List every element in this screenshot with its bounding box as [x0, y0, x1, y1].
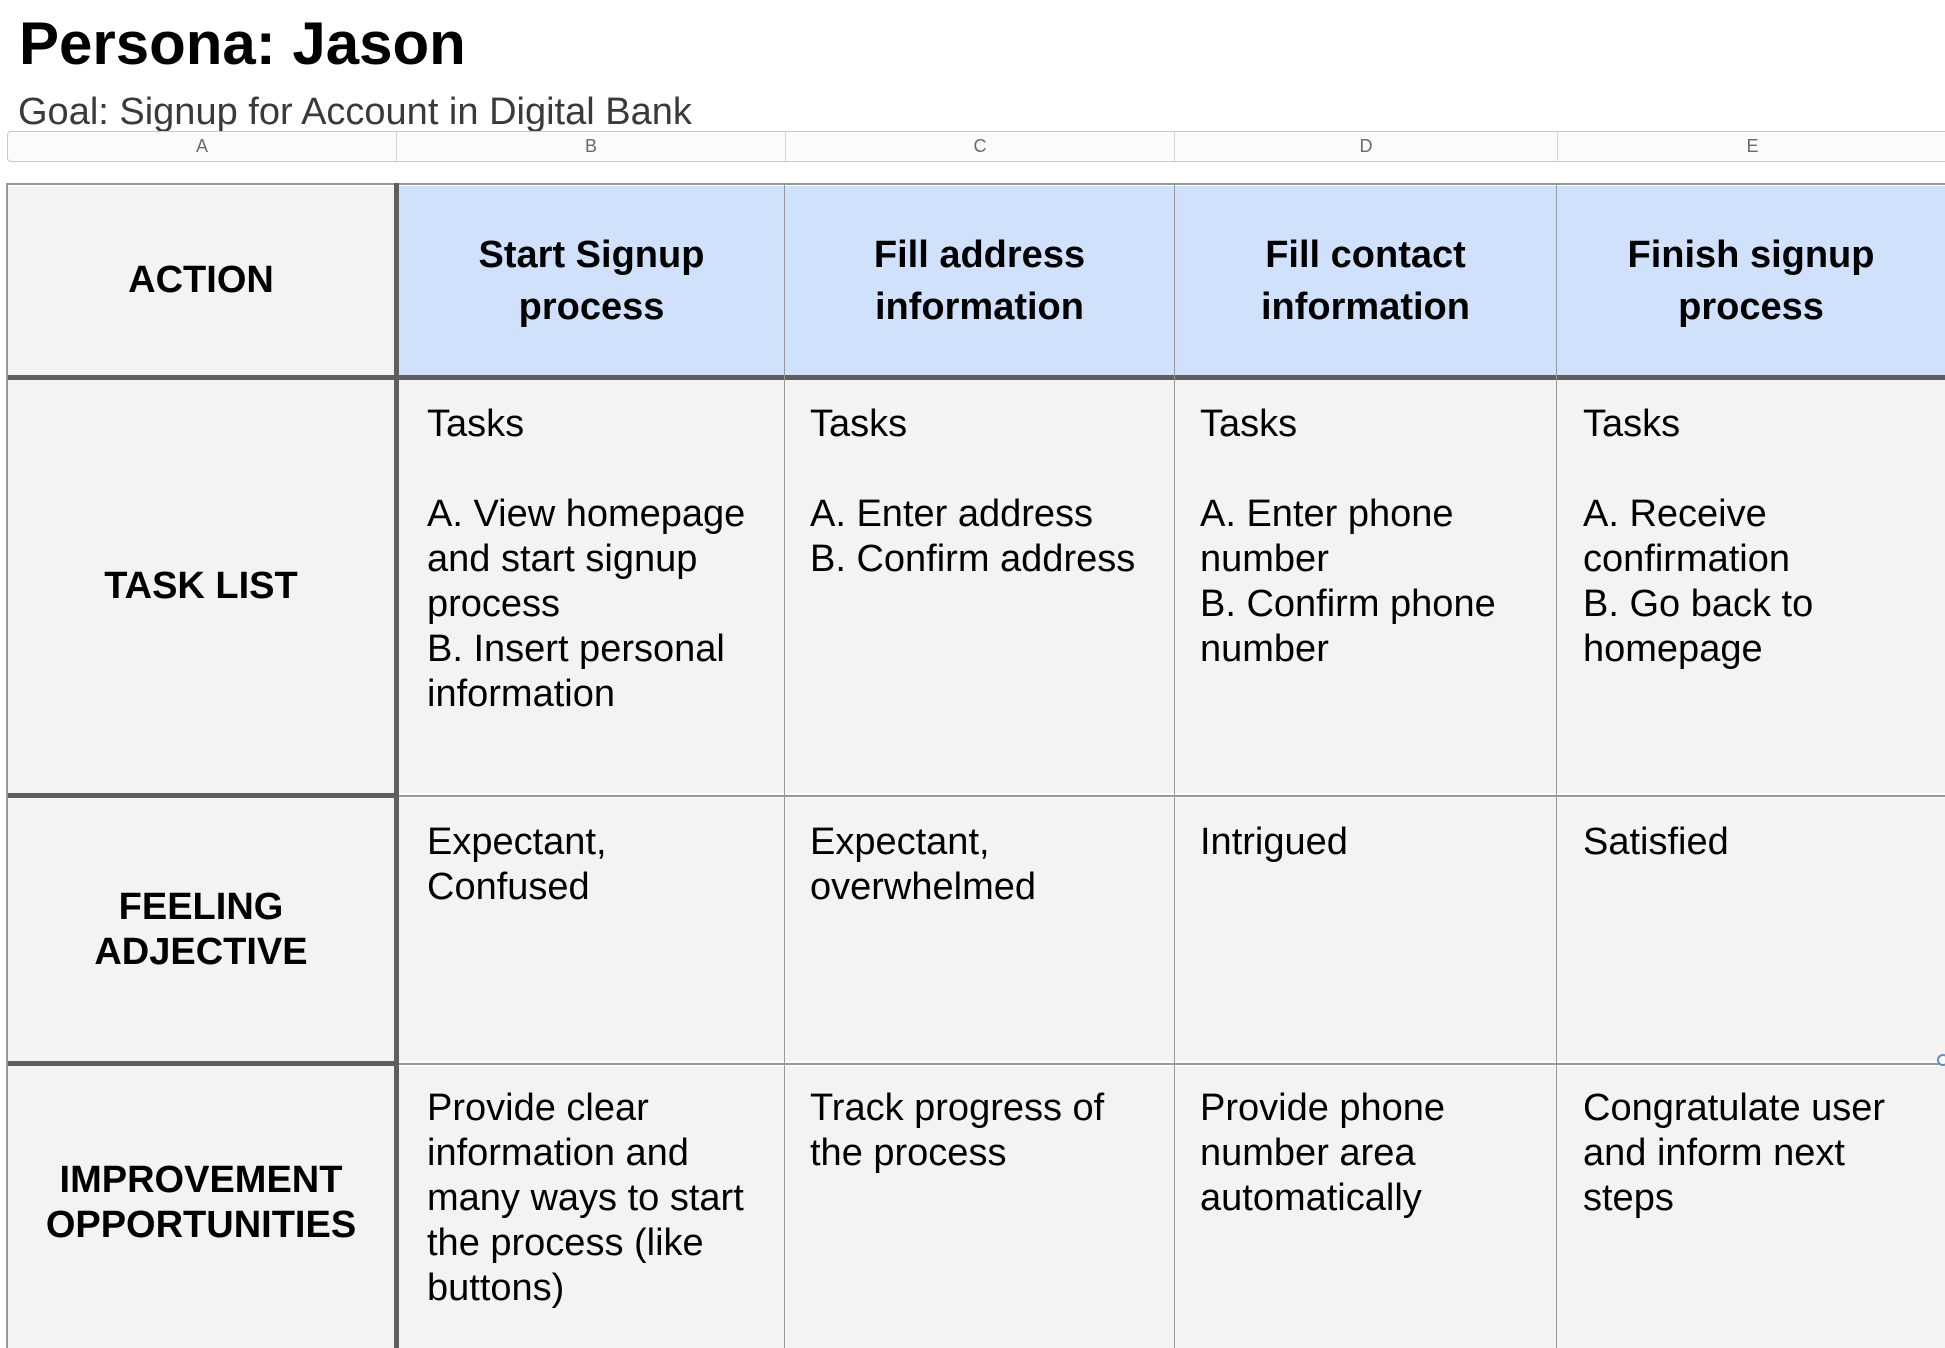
- label-task-list-text: TASK LIST: [104, 565, 298, 607]
- label-cell-task-list[interactable]: TASK LIST: [8, 380, 394, 793]
- grid-line: [395, 795, 1945, 797]
- cell-feeling-start-signup[interactable]: Expectant, Confused: [399, 798, 784, 1061]
- cell-improvement-fill-address[interactable]: Track progress of the process: [785, 1066, 1174, 1348]
- grid-line: [6, 183, 1945, 185]
- grid-line: [1556, 183, 1557, 1348]
- cell-improvement-start-signup[interactable]: Provide clear information and many ways …: [399, 1066, 784, 1348]
- stage-header-text: Finish signup process: [1627, 233, 1875, 328]
- cell-task-list-finish-signup[interactable]: Tasks A. Receive confirmation B. Go back…: [1557, 380, 1945, 793]
- grid-line: [6, 793, 395, 798]
- label-improvement-opportunities-text: IMPROVEMENT OPPORTUNITIES: [45, 1159, 357, 1246]
- grid-line: [784, 183, 785, 1348]
- cell-feeling-finish-signup[interactable]: Satisfied: [1557, 798, 1945, 1061]
- journey-map-table: ACTION Start Signup process Fill address…: [0, 0, 1945, 1348]
- cell-improvement-finish-signup[interactable]: Congratulate user and inform next steps: [1557, 1066, 1945, 1348]
- stage-header-start-signup[interactable]: Start Signup process: [399, 186, 784, 375]
- stage-header-finish-signup[interactable]: Finish signup process: [1557, 186, 1945, 375]
- stage-header-fill-contact[interactable]: Fill contact information: [1175, 186, 1556, 375]
- cell-improvement-fill-contact[interactable]: Provide phone number area automatically: [1175, 1066, 1556, 1348]
- stage-header-text: Start Signup process: [478, 233, 705, 328]
- resize-handle[interactable]: [1937, 1054, 1945, 1066]
- label-cell-improvement-opportunities[interactable]: IMPROVEMENT OPPORTUNITIES: [8, 1066, 394, 1348]
- grid-line: [395, 1063, 1945, 1065]
- grid-line: [6, 1061, 395, 1066]
- grid-line: [6, 183, 8, 1348]
- label-feeling-adjective-text: FEELING ADJECTIVE: [94, 885, 308, 973]
- cell-task-list-start-signup[interactable]: Tasks A. View homepage and start signup …: [399, 380, 784, 793]
- stage-header-text: Fill address information: [873, 233, 1086, 328]
- label-action-text: ACTION: [128, 259, 274, 301]
- cell-task-list-fill-contact[interactable]: Tasks A. Enter phone number B. Confirm p…: [1175, 380, 1556, 793]
- label-cell-action[interactable]: ACTION: [8, 186, 394, 375]
- grid-line: [394, 183, 399, 1348]
- stage-header-fill-address[interactable]: Fill address information: [785, 186, 1174, 375]
- grid-line: [1174, 183, 1175, 1348]
- grid-line: [6, 375, 1945, 380]
- cell-feeling-fill-contact[interactable]: Intrigued: [1175, 798, 1556, 1061]
- label-cell-feeling-adjective[interactable]: FEELING ADJECTIVE: [8, 798, 394, 1061]
- stage-header-text: Fill contact information: [1261, 233, 1470, 328]
- cell-task-list-fill-address[interactable]: Tasks A. Enter address B. Confirm addres…: [785, 380, 1174, 793]
- cell-feeling-fill-address[interactable]: Expectant, overwhelmed: [785, 798, 1174, 1061]
